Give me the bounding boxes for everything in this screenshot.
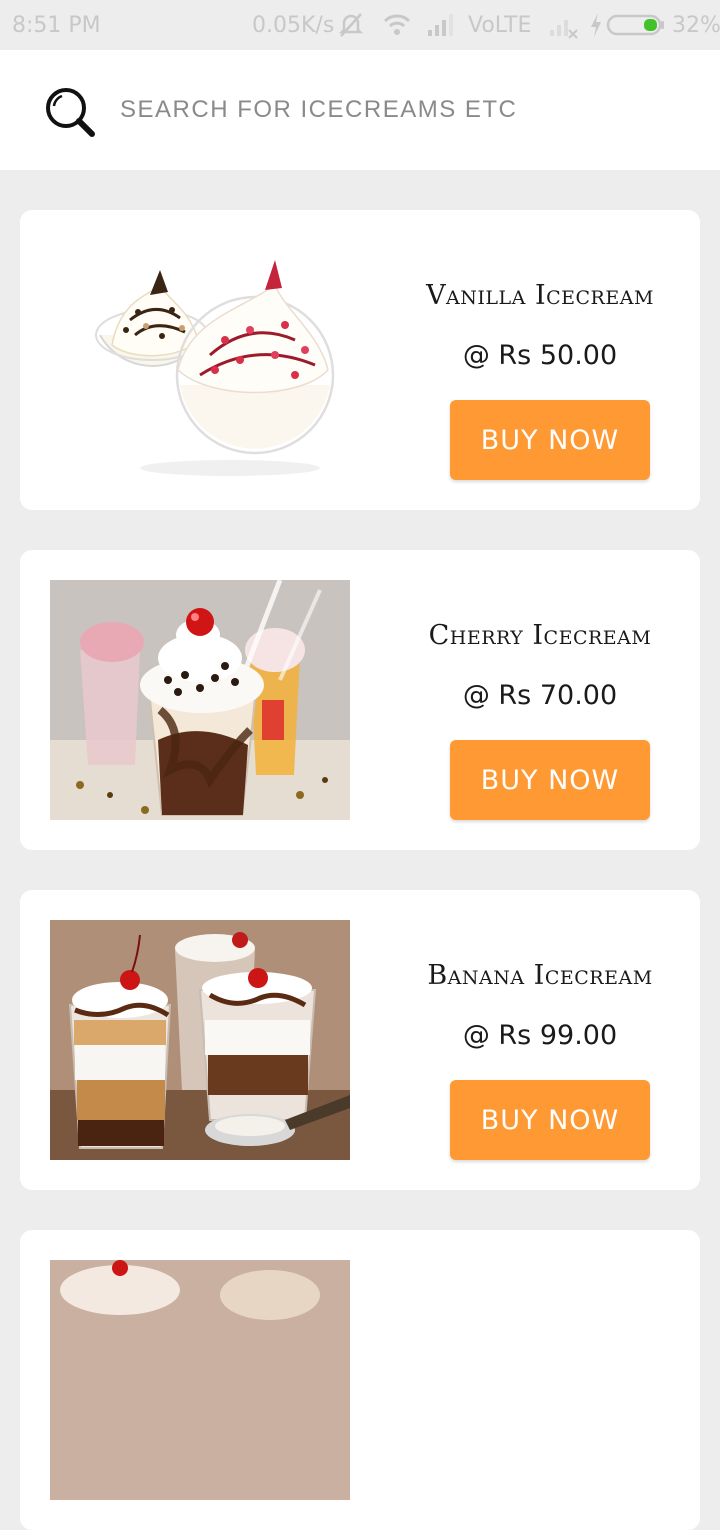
product-card-partial: [20, 1230, 700, 1530]
wifi-icon: [383, 14, 411, 35]
product-price: @ Rs 50.00: [462, 340, 618, 371]
buy-now-button[interactable]: BUY NOW: [450, 740, 650, 820]
battery-icon: [606, 14, 664, 36]
charging-icon: [591, 13, 601, 37]
product-price: @ Rs 99.00: [462, 1020, 618, 1051]
product-name: Vanilla Icecream: [426, 280, 654, 311]
no-signal-icon: [550, 20, 578, 39]
volte-label: VoLTE: [468, 13, 532, 38]
partial-product-image: [50, 1260, 350, 1500]
signal-icon: [428, 14, 453, 36]
search-input[interactable]: [120, 90, 680, 130]
status-time: 8:51 PM: [12, 13, 101, 38]
product-card-cherry: Cherry Icecream @ Rs 70.00 BUY NOW: [20, 550, 700, 850]
product-card-banana: Banana Icecream @ Rs 99.00 BUY NOW: [20, 890, 700, 1190]
network-speed: 0.05K/s: [252, 13, 335, 38]
battery-percent: 32%: [672, 13, 720, 38]
muted-icon: [338, 13, 364, 37]
buy-now-button[interactable]: BUY NOW: [450, 1080, 650, 1160]
banana-icecream-image: [50, 920, 350, 1160]
buy-now-button[interactable]: BUY NOW: [450, 400, 650, 480]
product-name: Banana Icecream: [427, 960, 653, 991]
product-card-vanilla: Vanilla Icecream @ Rs 50.00 BUY NOW: [20, 210, 700, 510]
cherry-icecream-image: [50, 580, 350, 820]
product-price: @ Rs 70.00: [462, 680, 618, 711]
vanilla-icecream-image: [50, 240, 350, 480]
search-icon[interactable]: [44, 86, 96, 138]
product-name: Cherry Icecream: [428, 620, 652, 651]
status-bar: 8:51 PM 0.05K/s VoLTE 32%: [0, 0, 720, 50]
search-bar: [0, 50, 720, 170]
